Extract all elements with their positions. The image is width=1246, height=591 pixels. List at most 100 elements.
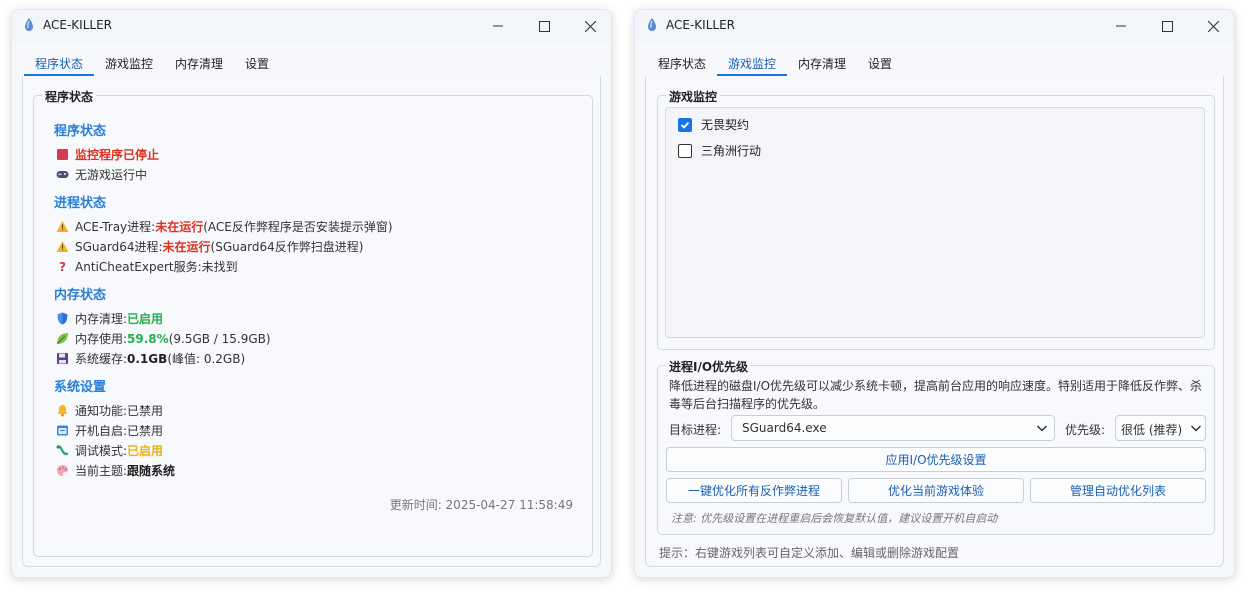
minimize-icon — [1116, 25, 1126, 27]
close-button[interactable] — [1190, 10, 1234, 42]
game-list-hint: 提示：右键游戏列表可自定义添加、编辑或删除游戏配置 — [659, 546, 960, 560]
warning-icon — [56, 220, 69, 233]
debug-state: 已启用 — [127, 444, 164, 458]
io-description: 降低进程的磁盘I/O优先级可以减少系统卡顿，提高前台应用的响应速度。特别适用于降… — [669, 379, 1203, 411]
tab-memory-clean[interactable]: 内存清理 — [787, 50, 857, 76]
stop-square-icon — [56, 148, 69, 161]
close-icon — [1207, 20, 1219, 32]
theme-label: 当前主题: — [75, 464, 128, 478]
monitor-status-row: 监控程序已停止 — [56, 146, 159, 163]
apply-io-priority-button[interactable]: 应用I/O优先级设置 — [666, 447, 1206, 472]
sguard-state: 未在运行 — [162, 240, 211, 254]
maximize-icon — [1161, 20, 1173, 32]
tab-game-monitor[interactable]: 游戏监控 — [717, 50, 788, 76]
main-window-game-monitor: ACE-KILLER 程序状态 游戏监控 内存清理 设置 游戏监控 无畏契约 三… — [634, 9, 1235, 578]
title-bar[interactable]: ACE-KILLER — [635, 10, 1234, 42]
sguard-row: SGuard64进程: 未在运行 (SGuard64反作弊扫盘进程) — [56, 238, 363, 255]
main-window-status: ACE-KILLER 程序状态 游戏监控 内存清理 设置 程序状态 程序状态 监… — [11, 9, 612, 578]
system-cache-label: 系统缓存: — [75, 352, 128, 366]
warning-icon — [56, 240, 69, 253]
priority-label: 优先级: — [1065, 423, 1106, 437]
game-status-text: 无游戏运行中 — [75, 168, 148, 182]
anticheat-label: AntiCheatExpert服务: — [75, 260, 202, 274]
question-mark-icon: ? — [56, 260, 69, 274]
checkbox-checked-icon[interactable] — [678, 117, 692, 132]
memory-usage-percent: 59.8% — [127, 331, 169, 346]
section-process-status: 进程状态 — [54, 196, 107, 211]
io-priority-group-title: 进程I/O优先级 — [666, 358, 752, 375]
section-program-status: 程序状态 — [54, 124, 107, 139]
theme-row: 当前主题: 跟随系统 — [56, 462, 175, 479]
tab-game-monitor[interactable]: 游戏监控 — [94, 50, 164, 76]
ace-tray-state: 未在运行 — [155, 220, 204, 234]
minimize-icon — [493, 25, 503, 27]
game-list[interactable]: 无畏契约 三角洲行动 — [665, 107, 1205, 338]
tab-settings[interactable]: 设置 — [234, 50, 280, 76]
minimize-button[interactable] — [1098, 10, 1144, 42]
game-item-label: 无畏契约 — [701, 118, 750, 132]
priority-select[interactable]: 很低 (推荐) — [1115, 415, 1206, 441]
chevron-down-icon — [1036, 425, 1048, 432]
autostart-label: 开机自启: — [75, 424, 128, 438]
optimize-all-anticheat-button[interactable]: 一键优化所有反作弊进程 — [666, 478, 842, 503]
bug-icon — [56, 444, 69, 457]
maximize-icon — [538, 20, 550, 32]
memory-usage-detail: (9.5GB / 15.9GB) — [168, 331, 271, 346]
svg-text:?: ? — [59, 260, 66, 273]
palette-icon — [56, 464, 69, 477]
window-icon — [56, 424, 69, 437]
tab-settings[interactable]: 设置 — [857, 50, 903, 76]
maximize-button[interactable] — [1144, 10, 1190, 42]
tab-bar: 程序状态 游戏监控 内存清理 设置 — [647, 50, 903, 76]
close-icon — [584, 20, 596, 32]
group-title: 程序状态 — [42, 88, 97, 105]
target-process-label: 目标进程: — [669, 423, 722, 437]
window-title: ACE-KILLER — [666, 18, 735, 32]
ace-tray-label: ACE-Tray进程: — [75, 220, 156, 234]
debug-row: 调试模式: 已启用 — [56, 442, 163, 459]
app-logo-icon — [25, 18, 33, 31]
monitor-status-text: 监控程序已停止 — [75, 148, 160, 162]
sguard-desc: (SGuard64反作弊扫盘进程) — [210, 240, 364, 254]
memory-clean-row: 内存清理: 已启用 — [56, 310, 163, 327]
bell-icon — [56, 404, 69, 417]
target-process-select[interactable]: SGuard64.exe — [731, 415, 1055, 441]
game-item-delta-force[interactable]: 三角洲行动 — [678, 142, 761, 159]
ace-tray-desc: (ACE反作弊程序是否安装提示弹窗) — [203, 220, 393, 234]
close-button[interactable] — [567, 10, 611, 42]
tab-memory-clean[interactable]: 内存清理 — [164, 50, 234, 76]
autostart-row: 开机自启: 已禁用 — [56, 422, 163, 439]
priority-value: 很低 (推荐) — [1121, 423, 1183, 437]
leaf-icon — [56, 332, 69, 345]
game-item-valorant[interactable]: 无畏契约 — [678, 116, 749, 133]
memory-usage-label: 内存使用: — [75, 332, 128, 346]
title-bar[interactable]: ACE-KILLER — [12, 10, 611, 42]
manage-auto-optimize-list-button[interactable]: 管理自动优化列表 — [1030, 478, 1206, 503]
game-status-row: 无游戏运行中 — [56, 166, 147, 183]
tab-program-status[interactable]: 程序状态 — [24, 50, 95, 76]
notify-label: 通知功能: — [75, 404, 128, 418]
window-title: ACE-KILLER — [43, 18, 112, 32]
memory-usage-row: 内存使用: 59.8% (9.5GB / 15.9GB) — [56, 330, 271, 347]
maximize-button[interactable] — [521, 10, 567, 42]
section-memory-status: 内存状态 — [54, 288, 107, 303]
sguard-label: SGuard64进程: — [75, 240, 163, 254]
system-cache-value: 0.1GB — [127, 351, 168, 366]
app-logo-icon — [648, 18, 656, 31]
checkbox-unchecked-icon[interactable] — [678, 143, 692, 158]
chevron-down-icon — [1190, 425, 1202, 432]
system-cache-peak: (峰值: 0.2GB) — [167, 352, 246, 366]
theme-state: 跟随系统 — [127, 464, 176, 478]
minimize-button[interactable] — [475, 10, 521, 42]
autostart-state: 已禁用 — [127, 424, 164, 438]
floppy-disk-icon — [56, 352, 69, 365]
tab-program-status[interactable]: 程序状态 — [647, 50, 717, 76]
game-item-label: 三角洲行动 — [701, 144, 762, 158]
tab-bar: 程序状态 游戏监控 内存清理 设置 — [24, 50, 280, 76]
shield-icon — [56, 312, 69, 325]
optimize-current-game-button[interactable]: 优化当前游戏体验 — [848, 478, 1024, 503]
anticheat-row: ? AntiCheatExpert服务: 未找到 — [56, 258, 238, 275]
anticheat-state: 未找到 — [201, 260, 238, 274]
debug-label: 调试模式: — [75, 444, 128, 458]
memory-clean-state: 已启用 — [127, 312, 164, 326]
